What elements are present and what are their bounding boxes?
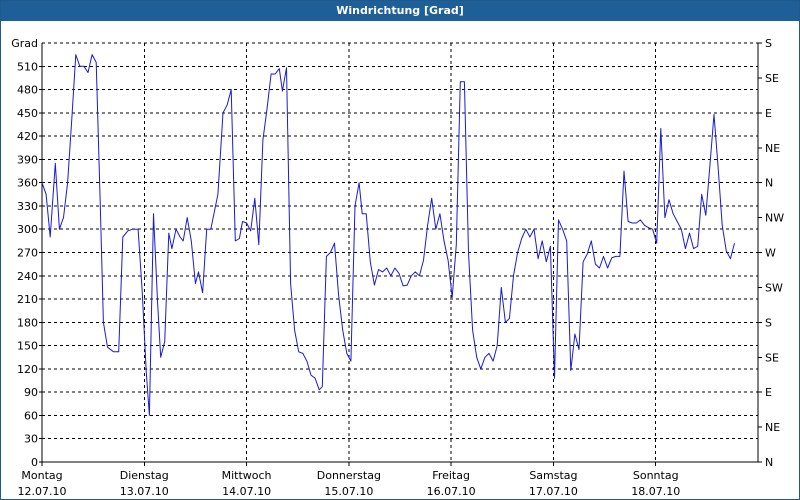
x-tick-day: Montag: [21, 469, 62, 482]
compass-label: SE: [765, 351, 779, 364]
y-tick-label: 480: [17, 84, 38, 97]
y-tick-label: 60: [24, 409, 38, 422]
series-line: [41, 54, 735, 416]
y-tick-label: 360: [17, 177, 38, 190]
y-tick-label: 390: [17, 153, 38, 166]
y-tick-label: 300: [17, 223, 38, 236]
compass-label: S: [765, 37, 772, 50]
x-tick-date: 18.07.10: [631, 485, 680, 498]
y-tick-label: 450: [17, 107, 38, 120]
x-tick-day: Donnerstag: [317, 469, 381, 482]
y-tick-label: 210: [17, 293, 38, 306]
compass-label: NE: [765, 142, 780, 155]
x-tick-date: 14.07.10: [222, 485, 271, 498]
compass-label: NE: [765, 421, 780, 434]
compass-label: W: [765, 247, 776, 260]
x-tick-date: 16.07.10: [427, 485, 476, 498]
y-tick-label: 270: [17, 247, 38, 260]
compass-label: N: [765, 177, 773, 190]
x-tick-date: 12.07.10: [18, 485, 67, 498]
x-tick-day: Samstag: [529, 469, 577, 482]
x-tick-date: 13.07.10: [120, 485, 169, 498]
compass-label: NW: [765, 212, 784, 225]
y-tick-label: 30: [24, 433, 38, 446]
y-tick-label: 240: [17, 270, 38, 283]
y-tick-label: 90: [24, 386, 38, 399]
compass-label: SW: [765, 281, 783, 294]
x-tick-day: Mittwoch: [222, 469, 272, 482]
tick-labels: 0 30 60 90 120 150 180 210 240 270 300 330 360 390 420…: [11, 37, 784, 498]
compass-label: E: [765, 386, 772, 399]
y-axis-label: Grad: [11, 37, 38, 50]
series-wind-direction: [41, 54, 735, 416]
y-tick-label: 180: [17, 316, 38, 329]
compass-label: SE: [765, 72, 779, 85]
chart-window: Windrichtung [Grad] 0 30 60 90 120 150 180 210 2…: [0, 0, 800, 500]
x-tick-date: 17.07.10: [529, 485, 578, 498]
chart-area: 0 30 60 90 120 150 180 210 240 270 300 330 360 390 420…: [11, 37, 784, 498]
y-tick-label: 510: [17, 60, 38, 73]
y-tick-label: 120: [17, 363, 38, 376]
x-tick-date: 15.07.10: [324, 485, 373, 498]
y-tick-label: 150: [17, 340, 38, 353]
compass-label: S: [765, 316, 772, 329]
x-tick-day: Freitag: [432, 469, 470, 482]
y-tick-label: 330: [17, 200, 38, 213]
axes: [39, 42, 762, 466]
x-tick-day: Dienstag: [120, 469, 169, 482]
y-tick-label: 0: [31, 456, 38, 469]
x-tick-day: Sonntag: [633, 469, 679, 482]
compass-label: E: [765, 107, 772, 120]
compass-label: N: [765, 456, 773, 469]
y-tick-label: 420: [17, 130, 38, 143]
